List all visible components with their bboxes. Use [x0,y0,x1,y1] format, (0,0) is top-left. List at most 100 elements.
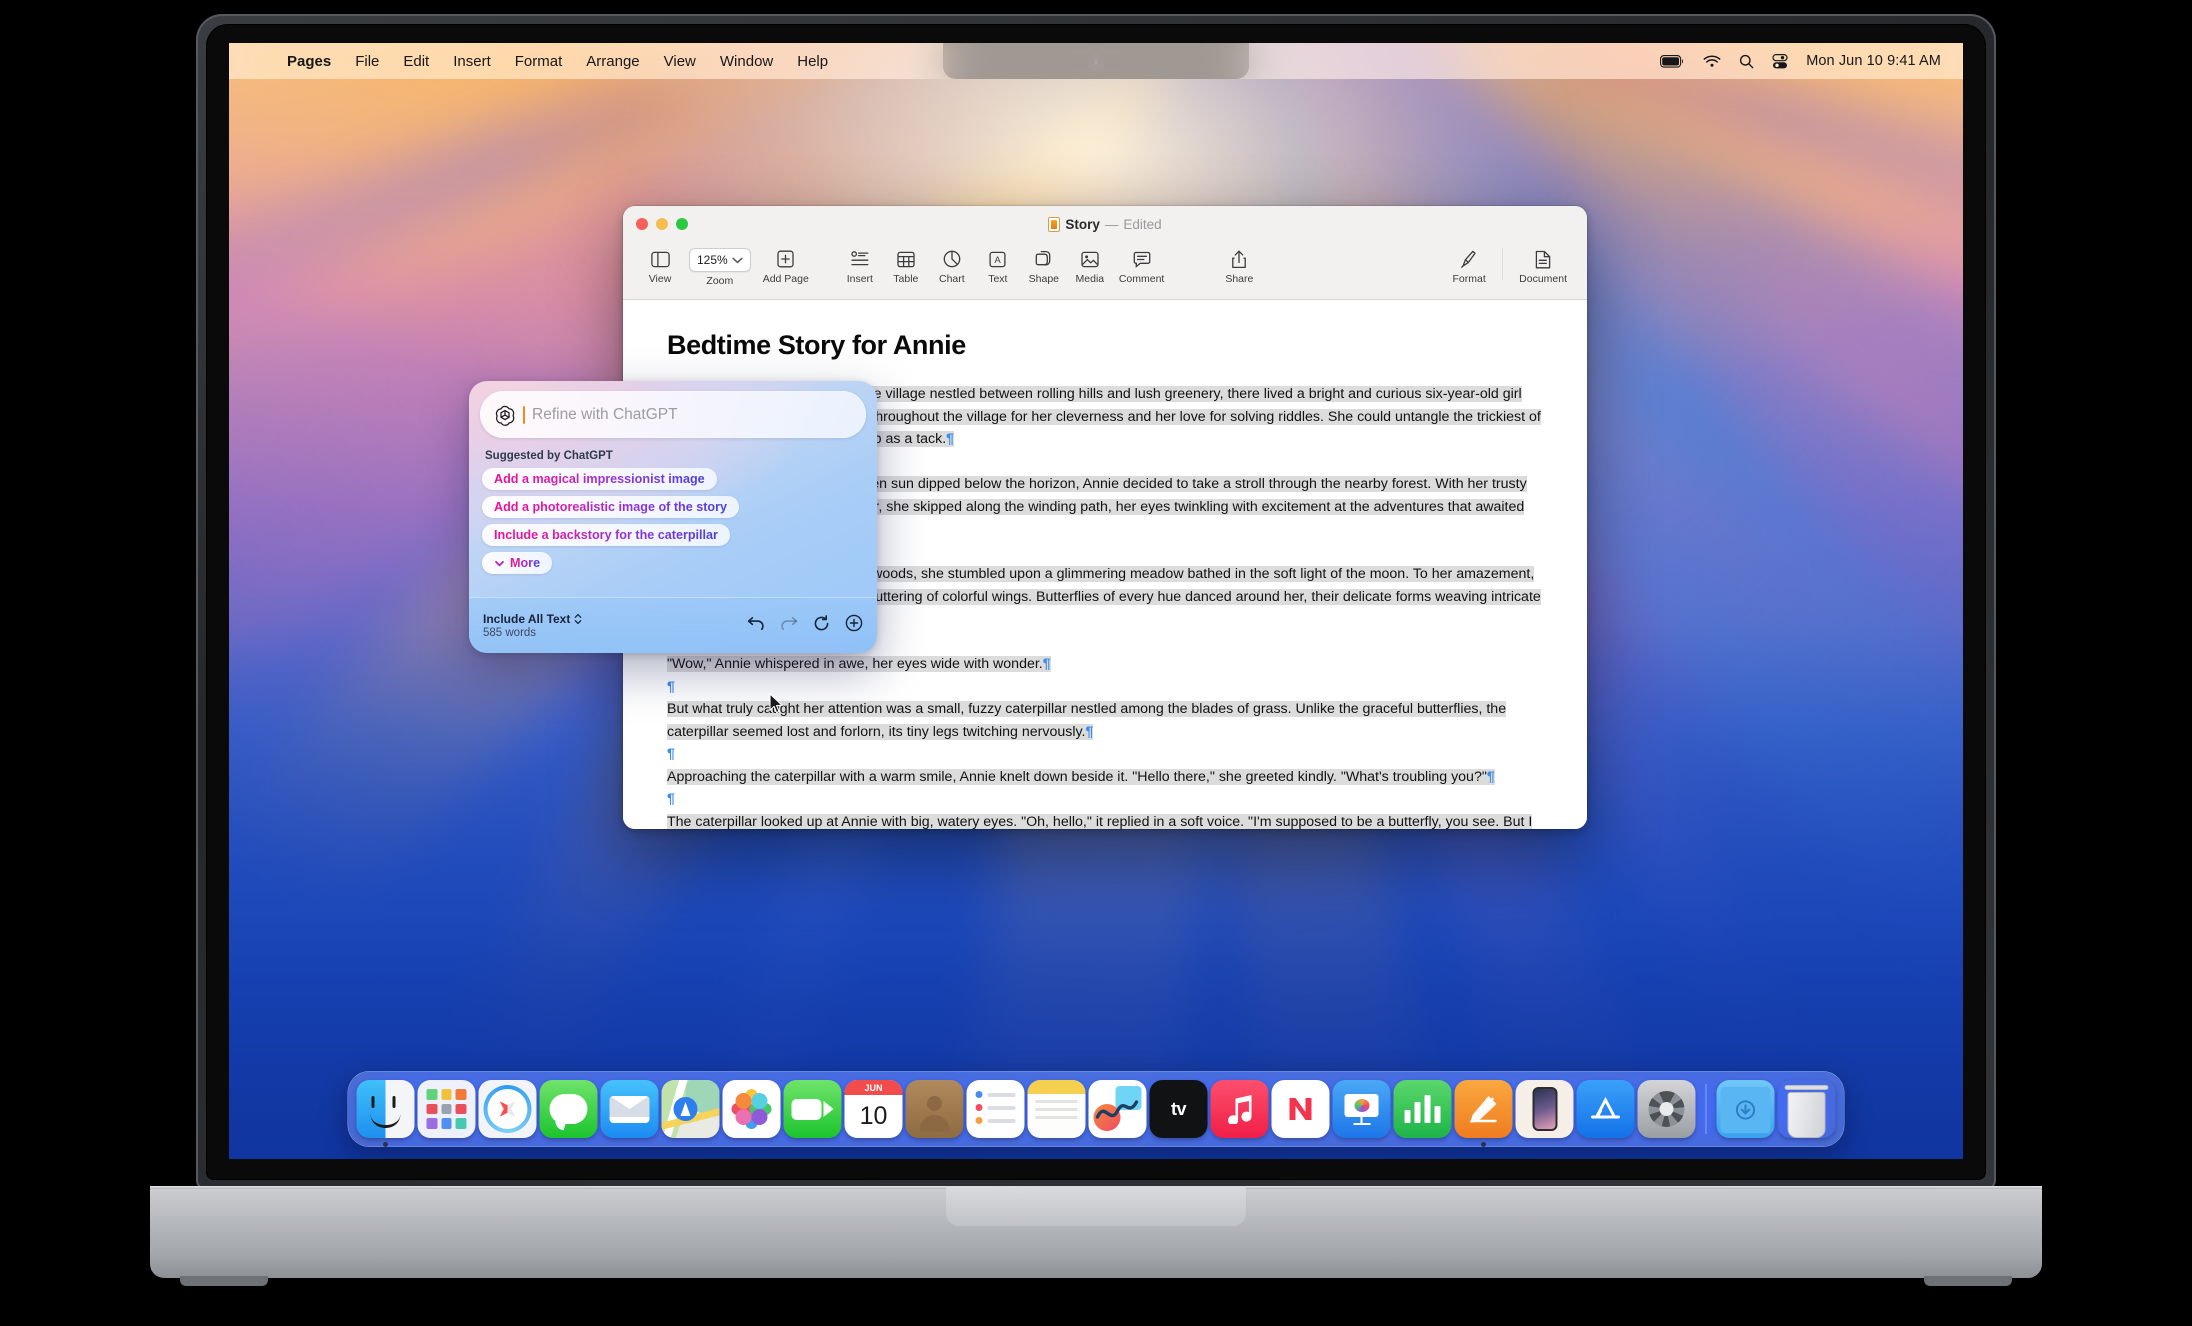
add-icon[interactable] [845,614,863,637]
toolbar-view-button[interactable]: View [637,244,683,287]
dock-item-messages[interactable] [539,1080,598,1138]
toolbar-document-button[interactable]: Document [1513,244,1573,287]
document-paragraph[interactable]: But what truly caught her attention was … [667,698,1543,743]
menu-item-arrange[interactable]: Arrange [574,50,651,73]
dock-item-freeform[interactable] [1088,1080,1147,1138]
scope-selector[interactable]: Include All Text [483,612,582,626]
dock-item-photos[interactable] [722,1080,781,1138]
minimize-button[interactable] [656,218,668,230]
format-brush-icon [1460,246,1478,272]
toolbar-comment-label: Comment [1118,273,1165,285]
dock-item-contacts[interactable] [905,1080,964,1138]
menu-item-insert[interactable]: Insert [441,50,503,73]
control-center-icon[interactable] [1772,53,1788,69]
menu-item-view[interactable]: View [652,50,708,73]
toolbar-format-button[interactable]: Format [1446,244,1492,287]
close-button[interactable] [636,218,648,230]
toolbar-text-label: Text [988,273,1008,285]
dock-item-notes[interactable] [1027,1080,1086,1138]
toolbar-comment-button[interactable]: Comment [1113,244,1171,287]
chatgpt-prompt-field[interactable]: Refine with ChatGPT [480,391,866,438]
share-icon [1231,246,1247,272]
text-box-icon: A [989,246,1006,272]
menu-bar: Pages File Edit Insert Format Arrange Vi… [229,43,1963,79]
laptop-foot-right [1924,1276,2012,1286]
paragraph-mark: ¶ [1085,723,1094,740]
toolbar-add-page-button[interactable]: Add Page [757,244,815,287]
dock-item-maps[interactable] [661,1080,720,1138]
redo-icon[interactable] [780,616,798,636]
messages-icon [539,1080,598,1138]
laptop-foot-left [180,1276,268,1286]
dock-item-apple-tv[interactable]: tv [1149,1080,1208,1138]
toolbar-format-label: Format [1452,273,1486,285]
wifi-icon[interactable] [1703,54,1721,68]
menu-item-window[interactable]: Window [708,50,785,73]
laptop-screen: Pages File Edit Insert Format Arrange Vi… [229,43,1963,1159]
regenerate-icon[interactable] [813,614,830,637]
empty-paragraph[interactable]: ¶ [667,788,1543,811]
apple-logo-icon[interactable] [245,51,269,71]
dock-item-finder[interactable] [356,1080,415,1147]
news-icon [1271,1080,1330,1138]
pages-icon [1454,1080,1513,1138]
menu-item-file[interactable]: File [343,50,391,73]
numbers-icon [1393,1080,1452,1138]
table-icon [897,246,915,272]
maximize-button[interactable] [676,218,688,230]
toolbar-text-button[interactable]: A Text [975,244,1021,287]
pages-document-icon [1048,216,1061,232]
dock-item-iphone-mirroring[interactable] [1515,1080,1574,1138]
suggestion-chip[interactable]: Add a magical impressionist image [482,468,717,490]
document-paragraph[interactable]: Approaching the caterpillar with a warm … [667,766,1543,789]
traffic-lights [623,218,688,230]
dock-item-keynote[interactable] [1332,1080,1391,1138]
battery-icon[interactable] [1660,54,1685,68]
finder-icon [356,1080,415,1138]
dock-item-reminders[interactable] [966,1080,1025,1138]
toolbar-media-button[interactable]: Media [1067,244,1113,287]
insert-icon [851,246,869,272]
empty-paragraph[interactable]: ¶ [667,743,1543,766]
paragraph-mark: ¶ [667,791,675,807]
word-count: 585 words [483,627,537,639]
menu-item-help[interactable]: Help [785,50,840,73]
dock-item-launchpad[interactable] [417,1080,476,1138]
dock-item-downloads-folder[interactable] [1716,1080,1775,1138]
dock-item-calendar[interactable]: JUN 10 [844,1080,903,1138]
toolbar-shape-button[interactable]: Shape [1021,244,1067,287]
menu-item-format[interactable]: Format [503,50,575,73]
window-titlebar: Story — Edited [623,206,1587,242]
suggestion-chip[interactable]: Add a photorealistic image of the story [482,496,740,518]
toolbar-insert-button[interactable]: Insert [837,244,883,287]
dock-item-news[interactable] [1271,1080,1330,1138]
document-heading: Bedtime Story for Annie [667,330,966,360]
dock-item-music[interactable] [1210,1080,1269,1138]
search-icon[interactable] [1739,54,1754,69]
undo-icon[interactable] [747,616,765,636]
document-paragraph[interactable]: The caterpillar looked up at Annie with … [667,811,1543,829]
empty-paragraph[interactable]: ¶ [667,676,1543,699]
toolbar-chart-button[interactable]: Chart [929,244,975,287]
contacts-icon [905,1080,964,1138]
dock-item-safari[interactable] [478,1080,537,1138]
more-suggestions-button[interactable]: More [482,552,553,574]
toolbar-share-button[interactable]: Share [1216,244,1262,287]
menu-item-edit[interactable]: Edit [391,50,441,73]
dock-item-mail[interactable] [600,1080,659,1138]
suggestion-chip[interactable]: Include a backstory for the caterpillar [482,524,730,546]
toolbar-table-button[interactable]: Table [883,244,929,287]
dock-item-app-store[interactable] [1576,1080,1635,1138]
toolbar-zoom-control[interactable]: 125% Zoom [683,244,757,289]
zoom-select[interactable]: 125% [689,248,751,272]
menu-bar-clock[interactable]: Mon Jun 10 9:41 AM [1806,53,1941,69]
dock-item-trash[interactable] [1778,1080,1836,1138]
menu-item-pages[interactable]: Pages [275,50,343,73]
mail-icon [600,1080,659,1138]
toolbar-media-label: Media [1075,273,1105,285]
dock-item-facetime[interactable] [783,1080,842,1138]
dock-item-pages[interactable] [1454,1080,1513,1147]
dock-item-numbers[interactable] [1393,1080,1452,1138]
dock-item-system-settings[interactable] [1637,1080,1696,1138]
document-paragraph[interactable]: "Wow," Annie whispered in awe, her eyes … [667,653,1543,676]
